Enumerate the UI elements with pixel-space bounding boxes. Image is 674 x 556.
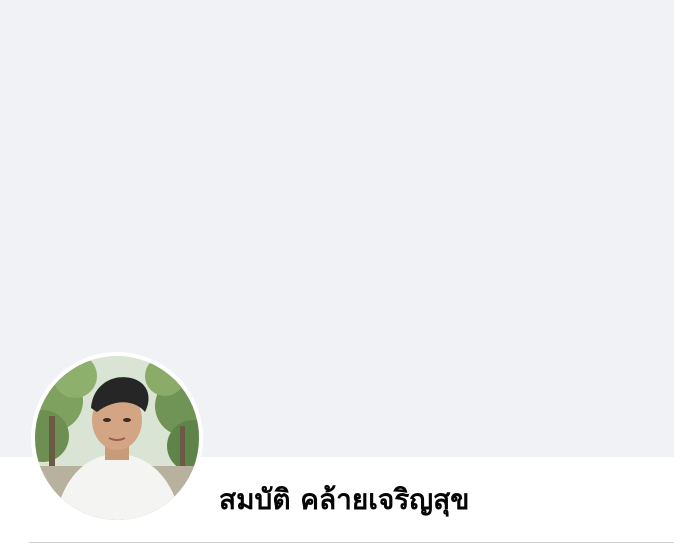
- avatar[interactable]: [35, 356, 199, 520]
- profile-name: สมบัติ คล้ายเจริญสุข: [219, 483, 470, 516]
- profile-header: สมบัติ คล้ายเจริญสุข: [0, 0, 674, 556]
- avatar-photo: [35, 356, 199, 520]
- divider: [29, 542, 674, 543]
